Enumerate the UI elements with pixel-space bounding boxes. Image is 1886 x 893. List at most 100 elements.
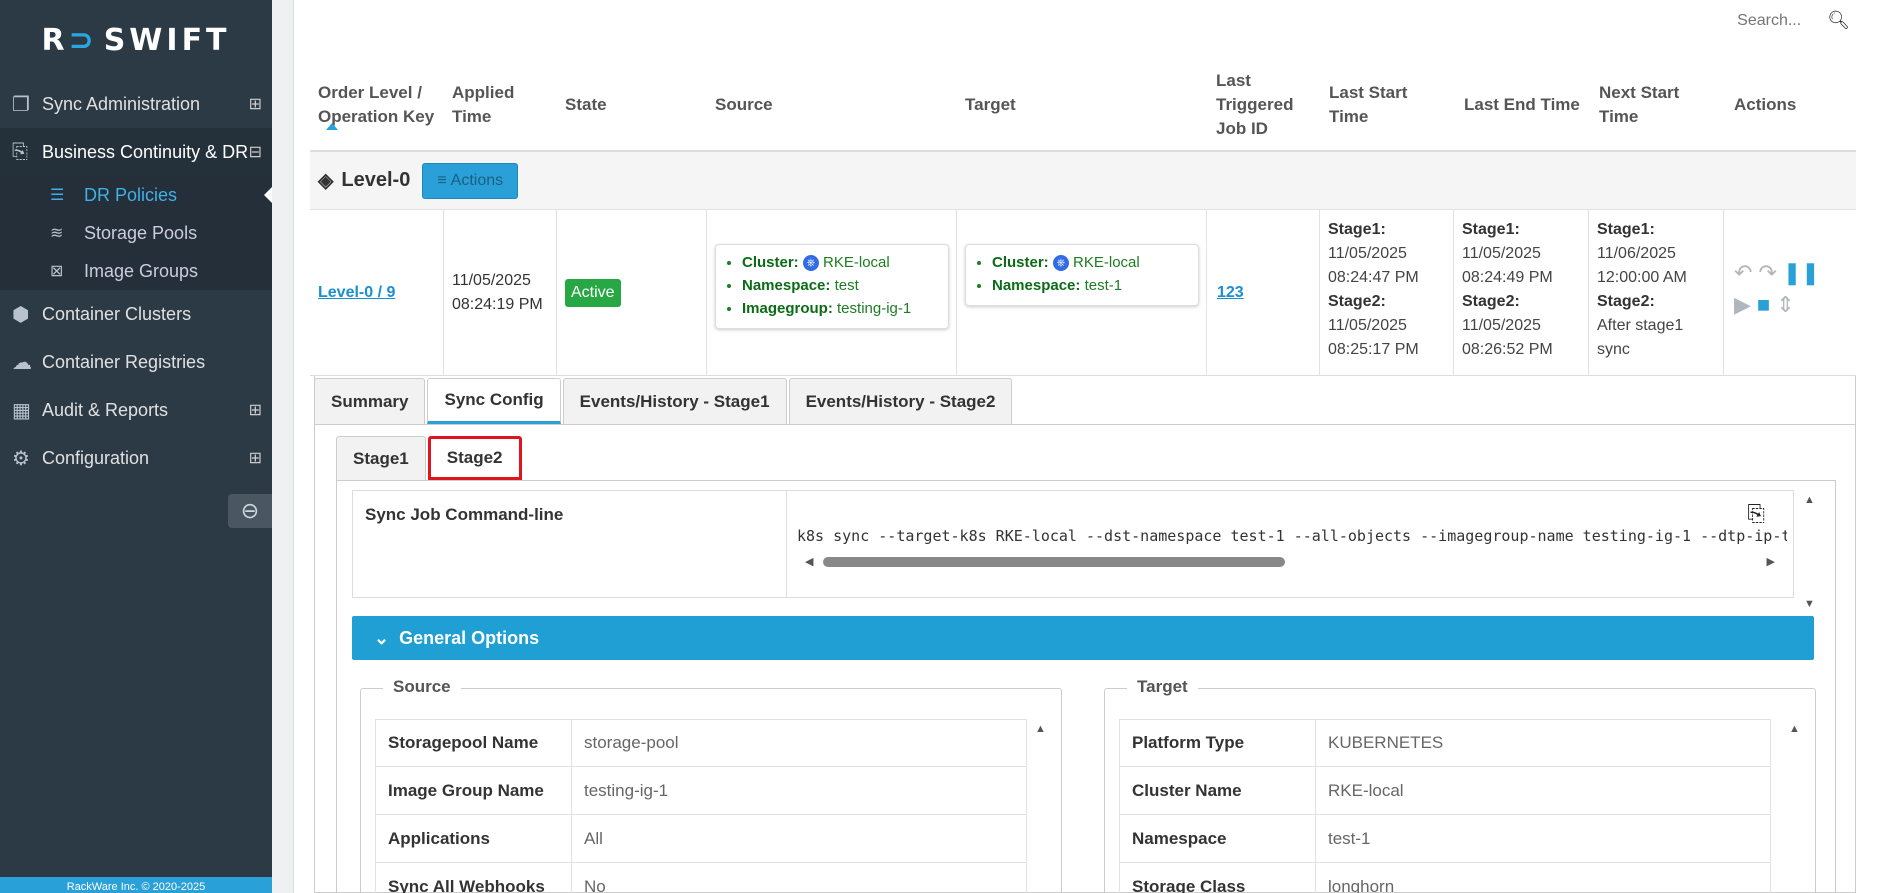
sidebar-item-audit-reports[interactable]: ▦ Audit & Reports ⊞	[0, 386, 272, 434]
stage-tabs: Stage1 Stage2	[336, 436, 522, 480]
collapse-icon[interactable]: ⊟	[249, 142, 262, 162]
expand-icon[interactable]: ⊞	[249, 94, 262, 114]
cell-last-end: Stage1: 11/05/2025 08:24:49 PM Stage2: 1…	[1454, 210, 1589, 376]
sidebar-item-container-clusters[interactable]: ⬢ Container Clusters	[0, 290, 272, 338]
sidebar-item-sync-administration[interactable]: ❐ Sync Administration ⊞	[0, 80, 272, 128]
search-icon[interactable]: 🔍︎	[1827, 10, 1850, 31]
search-input[interactable]	[1737, 11, 1818, 30]
column-header-last-end[interactable]: Last End Time	[1464, 58, 1594, 152]
target-cluster: Cluster: ⎈ RKE-local	[992, 251, 1188, 274]
job-id-link[interactable]: 123	[1217, 284, 1244, 302]
sidebar-item-image-groups[interactable]: ⊠ Image Groups	[0, 252, 272, 290]
sidebar-gutter	[272, 0, 294, 893]
column-header-state[interactable]: State	[565, 58, 655, 152]
level-title-text: Level-0	[341, 169, 411, 191]
column-header-order-level[interactable]: Order Level / Operation Key	[318, 58, 448, 152]
target-card: Cluster: ⎈ RKE-local Namespace: test-1	[965, 244, 1199, 306]
field-value: RKE-local	[1073, 254, 1140, 271]
sidebar-item-label: Container Registries	[42, 351, 206, 372]
property-key: Platform Type	[1120, 720, 1316, 766]
time-value: After stage1	[1597, 317, 1684, 334]
cell-operation-key: Level-0 / 9	[310, 210, 444, 376]
property-row: Storagepool Name storage-pool	[375, 719, 1027, 767]
play-icon[interactable]: ▶	[1734, 292, 1751, 318]
stop-icon[interactable]: ■	[1757, 292, 1770, 318]
column-header-label: Last Triggered Job ID	[1216, 71, 1294, 138]
column-header-last-start[interactable]: Last Start Time	[1329, 58, 1425, 152]
property-key: Storagepool Name	[376, 720, 572, 766]
tab-sync-config[interactable]: Sync Config	[427, 378, 561, 424]
level-actions-button[interactable]: ≡ Actions	[422, 162, 519, 199]
horizontal-scrollbar[interactable]: ◀ ▶	[805, 555, 1775, 568]
tab-stage1[interactable]: Stage1	[336, 436, 426, 480]
general-options-header[interactable]: ⌄ General Options	[352, 616, 1814, 660]
level-group-row: ◈ Level-0 ≡ Actions	[310, 152, 1856, 210]
layers-icon: ◈	[318, 170, 334, 192]
command-line-text[interactable]: k8s sync --target-k8s RKE-local --dst-na…	[797, 527, 1787, 545]
scroll-down-icon[interactable]: ▼	[1804, 598, 1815, 610]
tab-summary[interactable]: Summary	[314, 378, 426, 424]
column-header-source[interactable]: Source	[715, 58, 835, 152]
tab-events-stage1[interactable]: Events/History - Stage1	[562, 378, 787, 424]
property-row: Storage Class longhorn	[1119, 863, 1771, 893]
database-icon: ≋	[50, 225, 64, 242]
column-header-label: Source	[715, 95, 773, 114]
sidebar-item-container-registries[interactable]: ☁ Container Registries	[0, 338, 272, 386]
undo-icon[interactable]: ↶	[1734, 260, 1752, 286]
stage-label: Stage1:	[1597, 221, 1655, 238]
property-row: Namespace test-1	[1119, 815, 1771, 863]
scrollbar-thumb[interactable]	[823, 557, 1285, 567]
tab-divider	[314, 424, 1856, 425]
column-header-target[interactable]: Target	[965, 58, 1085, 152]
sidebar-collapse-button[interactable]: ⊖	[228, 494, 272, 528]
column-header-next-start[interactable]: Next Start Time	[1599, 58, 1695, 152]
column-header-label: State	[565, 95, 607, 114]
chevron-down-icon: ⌄	[374, 627, 390, 648]
level-title: ◈ Level-0	[318, 168, 410, 193]
sidebar-item-label: Audit & Reports	[42, 399, 169, 420]
sort-icon[interactable]: ⇕	[1776, 292, 1794, 318]
cell-next-start: Stage1: 11/06/2025 12:00:00 AM Stage2: A…	[1589, 210, 1724, 376]
property-value: longhorn	[1328, 876, 1395, 893]
sidebar-item-storage-pools[interactable]: ≋ Storage Pools	[0, 214, 272, 252]
app-logo[interactable]: R⊃ SWIFT	[0, 0, 272, 80]
table-row: Level-0 / 9 11/05/2025 08:24:19 PM Active…	[310, 210, 1856, 376]
image-group-icon: ⊠	[50, 263, 64, 280]
scroll-right-icon[interactable]: ▶	[1767, 555, 1775, 568]
time-value: 08:25:17 PM	[1328, 341, 1419, 358]
target-fieldset: Target Platform Type KUBERNETES Cluster N…	[1104, 677, 1816, 893]
scroll-up-icon[interactable]: ▲	[1789, 723, 1800, 735]
column-header-last-job-id[interactable]: Last Triggered Job ID	[1216, 58, 1302, 152]
property-row: Sync All Webhooks No	[375, 863, 1027, 893]
scroll-up-icon[interactable]: ▲	[1035, 723, 1046, 735]
time-value: 11/05/2025	[1328, 245, 1407, 262]
sidebar-item-dr-policies[interactable]: ☰ DR Policies	[0, 176, 272, 214]
scroll-up-icon[interactable]: ▲	[1804, 494, 1815, 506]
property-value: storage-pool	[584, 733, 679, 752]
copy-icon[interactable]: ⎘	[1747, 501, 1765, 527]
sidebar-item-label: Image Groups	[84, 260, 199, 281]
command-line-box: Sync Job Command-line ⎘ k8s sync --targe…	[352, 490, 1794, 598]
time-value: 08:24:49 PM	[1462, 269, 1553, 286]
tab-stage2[interactable]: Stage2	[427, 436, 522, 480]
operation-key-link[interactable]: Level-0 / 9	[318, 284, 395, 302]
brand-name: SWIFT	[103, 22, 231, 58]
expand-icon[interactable]: ⊞	[249, 400, 262, 420]
property-key: Applications	[376, 815, 572, 862]
time-value: 11/05/2025	[1328, 317, 1407, 334]
expand-icon[interactable]: ⊞	[249, 448, 262, 468]
tab-events-stage2[interactable]: Events/History - Stage2	[788, 378, 1013, 424]
sidebar-item-configuration[interactable]: ⚙ Configuration ⊞	[0, 434, 272, 482]
table-icon: ▦	[12, 399, 31, 422]
dr-icon: ⎘	[12, 140, 28, 163]
pause-icon[interactable]: ❚❚	[1783, 260, 1820, 286]
redo-icon[interactable]: ↷	[1758, 260, 1776, 286]
sidebar-item-business-continuity[interactable]: ⎘ Business Continuity & DR ⊟	[0, 128, 272, 176]
time-value: 08:24:47 PM	[1328, 269, 1419, 286]
property-value: KUBERNETES	[1328, 733, 1444, 752]
property-key: Sync All Webhooks	[376, 863, 572, 893]
property-value: All	[584, 828, 603, 848]
column-header-applied-time[interactable]: Applied Time	[452, 58, 542, 152]
sidebar-item-label: Configuration	[42, 447, 150, 468]
scroll-left-icon[interactable]: ◀	[805, 555, 813, 568]
